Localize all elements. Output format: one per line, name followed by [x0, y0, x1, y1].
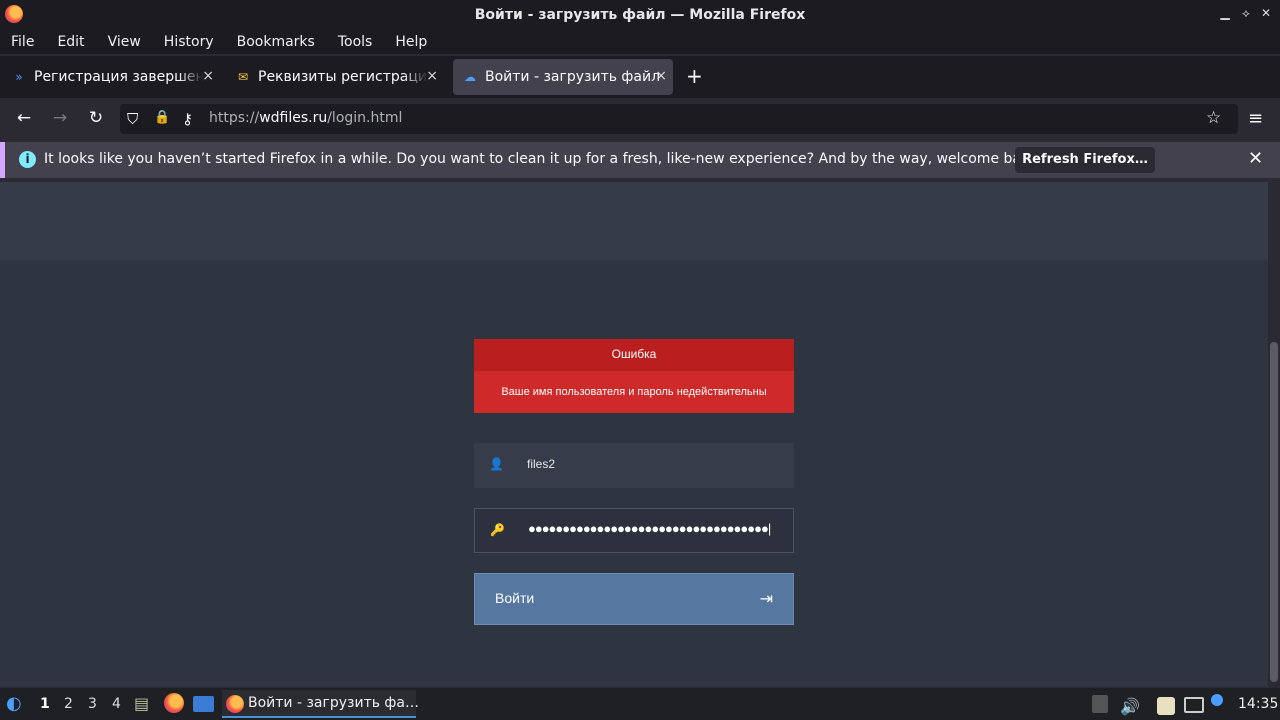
clock: 14:35 — [1238, 696, 1279, 712]
workspace-2[interactable]: 2 — [64, 696, 73, 712]
page-header-band — [0, 182, 1268, 260]
cloud-icon: ☁ — [464, 70, 476, 84]
sign-in-icon: ⇥ — [759, 589, 773, 608]
scrollbar[interactable] — [1268, 182, 1280, 687]
menu-history[interactable]: History — [164, 34, 214, 50]
tab-bar: » Регистрация завершена × ✉ Реквизиты ре… — [0, 56, 1280, 98]
error-message: Ваше имя пользователя и пароль недействи… — [501, 386, 767, 398]
lock-icon[interactable]: 🔒 — [154, 110, 170, 125]
notification-message: It looks like you haven’t started Firefo… — [44, 151, 1043, 167]
menu-bookmarks[interactable]: Bookmarks — [237, 34, 315, 50]
tab-login-upload[interactable]: ☁ Войти - загрузить файл × — [453, 59, 673, 95]
tab-label: Реквизиты регистрации — [258, 69, 428, 85]
key-icon: 🔑 — [490, 523, 505, 537]
firefox-logo-icon — [5, 5, 23, 23]
menu-edit[interactable]: Edit — [57, 34, 84, 50]
close-notification-icon[interactable]: ✕ — [1248, 148, 1263, 169]
info-icon: i — [19, 151, 36, 168]
tab-label: Войти - загрузить файл — [485, 69, 661, 85]
menu-view[interactable]: View — [108, 34, 141, 50]
login-button[interactable]: Войти ⇥ — [474, 573, 794, 625]
tray-arrow-icon[interactable] — [1092, 695, 1108, 713]
firefox-launcher-icon[interactable] — [164, 693, 184, 713]
menu-bar: File Edit View History Bookmarks Tools H… — [0, 29, 1280, 54]
scrollbar-thumb[interactable] — [1270, 342, 1278, 682]
forward-button[interactable]: → — [49, 108, 71, 128]
password-field[interactable]: 🔑 ●●●●●●●●●●●●●●●●●●●●●●●●●●●●●●●●●●●| — [474, 508, 794, 553]
clipboard-icon[interactable] — [1157, 697, 1175, 715]
notification-bar: i It looks like you haven’t started Fire… — [0, 142, 1280, 178]
tab-registration-complete[interactable]: » Регистрация завершена × — [2, 59, 220, 95]
url-bar[interactable]: ⛉ 🔒 ⚷ https://wdfiles.ru/login.html ☆ — [120, 104, 1238, 134]
window-title: Войти - загрузить файл — Mozilla Firefox — [474, 6, 806, 23]
network-icon[interactable] — [1184, 697, 1204, 713]
tracking-shield-icon[interactable]: ⛉ — [127, 110, 138, 128]
tab-registration-details[interactable]: ✉ Реквизиты регистрации × — [226, 59, 444, 95]
tab-close-icon[interactable]: × — [655, 68, 667, 84]
app-menu-icon[interactable]: ≡ — [1248, 108, 1263, 129]
task-label: Войти - загрузить фа… — [248, 695, 419, 711]
back-button[interactable]: ← — [13, 108, 35, 128]
new-tab-button[interactable]: + — [686, 64, 703, 88]
login-button-label: Войти — [495, 590, 535, 606]
username-value[interactable]: files2 — [527, 457, 555, 471]
firefox-icon — [226, 695, 244, 713]
close-window-icon[interactable]: ✕ — [1259, 6, 1273, 20]
restore-icon[interactable]: ⟡ — [1239, 6, 1253, 21]
reload-button[interactable]: ↻ — [85, 108, 107, 128]
menu-file[interactable]: File — [11, 34, 34, 50]
menu-tools[interactable]: Tools — [338, 34, 373, 50]
workspace-3[interactable]: 3 — [88, 696, 97, 712]
menu-help[interactable]: Help — [395, 34, 427, 50]
window-titlebar: Войти - загрузить файл — Mozilla Firefox… — [0, 0, 1280, 29]
minimize-icon[interactable]: ▁ — [1218, 6, 1232, 20]
taskbar-task-firefox[interactable]: Войти - загрузить фа… — [222, 690, 419, 718]
bookmark-star-icon[interactable]: ☆ — [1206, 108, 1221, 128]
tab-close-icon[interactable]: × — [426, 68, 438, 84]
url-text[interactable]: https://wdfiles.ru/login.html — [209, 110, 402, 126]
workspace-1[interactable]: 1 — [40, 696, 50, 712]
username-field[interactable]: 👤 files2 — [474, 443, 794, 488]
password-value[interactable]: ●●●●●●●●●●●●●●●●●●●●●●●●●●●●●●●●●●●| — [528, 521, 771, 536]
desktop-icon[interactable] — [193, 696, 214, 712]
chevrons-icon: » — [15, 70, 23, 84]
envelope-icon: ✉ — [237, 70, 249, 84]
key-icon[interactable]: ⚷ — [182, 110, 193, 128]
workspace-4[interactable]: 4 — [112, 696, 121, 712]
volume-icon[interactable]: 🔊 — [1120, 697, 1140, 716]
tab-close-icon[interactable]: × — [202, 68, 214, 84]
error-alert: Ошибка Ваше имя пользователя и пароль не… — [474, 339, 794, 413]
file-manager-icon[interactable]: ▤ — [134, 694, 149, 713]
taskbar: ◐ 1 2 3 4 ▤ — [0, 688, 1280, 720]
notification-icon[interactable] — [1211, 694, 1223, 706]
refresh-firefox-button[interactable]: Refresh Firefox… — [1015, 147, 1155, 173]
tab-label: Регистрация завершена — [34, 69, 204, 85]
start-menu-icon[interactable]: ◐ — [6, 693, 22, 714]
error-title: Ошибка — [474, 339, 794, 371]
user-icon: 👤 — [489, 457, 504, 471]
